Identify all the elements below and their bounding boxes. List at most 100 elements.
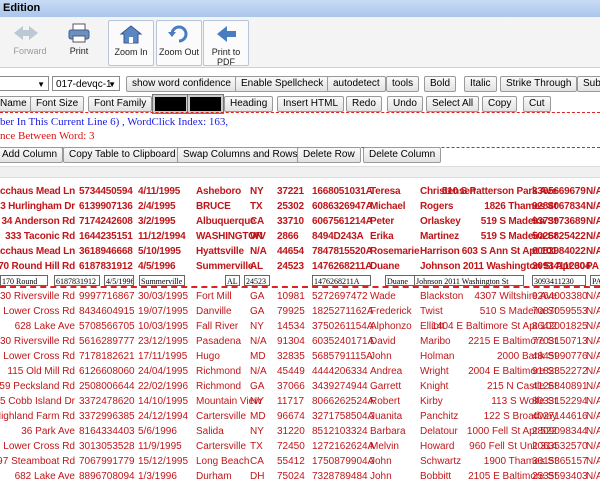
table-cell[interactable]: 36 Park Ave: [21, 426, 75, 437]
table-cell[interactable]: 2063532570: [532, 441, 588, 452]
table-cell[interactable]: Hugo: [196, 351, 220, 362]
table-cell[interactable]: 3439274944: [312, 381, 368, 392]
table-cell[interactable]: 170 Round Hill Rd: [0, 261, 75, 272]
table-cell[interactable]: 79925: [277, 306, 305, 317]
table-cell[interactable]: 8164334403: [79, 426, 135, 437]
cell-edit-input[interactable]: 4/5/1996: [104, 275, 134, 286]
table-cell[interactable]: 4126840891: [532, 381, 588, 392]
table-row[interactable]: Lower Cross Rd 7178182621 17/11/1995 Hugo MD…: [0, 350, 600, 365]
show-word-confidence-button[interactable]: show word confidence: [126, 76, 237, 92]
table-cell[interactable]: Panchitz: [420, 411, 458, 422]
table-cell[interactable]: 2866: [277, 231, 299, 242]
table-cell[interactable]: 3750261154A: [312, 321, 374, 332]
table-cell[interactable]: Barbara: [370, 426, 406, 437]
cell-edit-input[interactable]: 24523: [244, 275, 270, 286]
table-cell[interactable]: Fort Mill: [196, 291, 232, 302]
cell-edit-input[interactable]: 6187831912: [54, 275, 100, 286]
table-cell[interactable]: 5272697472: [312, 291, 368, 302]
table-cell[interactable]: 44654: [277, 246, 304, 257]
copy-table-button[interactable]: Copy Table to Clipboard: [63, 147, 182, 163]
table-cell[interactable]: 5/10/1995: [138, 246, 181, 257]
table-cell[interactable]: 9182352272: [532, 366, 588, 377]
table-cell[interactable]: 24523: [277, 261, 304, 272]
table-cell[interactable]: David: [370, 336, 396, 347]
table-cell[interactable]: 34 Anderson Rd: [1, 216, 75, 227]
table-cell[interactable]: 5708566705: [79, 321, 135, 332]
table-cell[interactable]: Michael: [370, 201, 405, 212]
table-cell[interactable]: N/A: [586, 456, 600, 467]
table-cell[interactable]: Cartersville: [196, 411, 246, 422]
table-cell[interactable]: 5685791115A: [312, 351, 373, 362]
table-cell[interactable]: John: [370, 351, 392, 362]
foreground-color-swatch[interactable]: [152, 94, 189, 114]
table-cell[interactable]: 96674: [277, 411, 305, 422]
table-cell[interactable]: Schwartz: [420, 456, 461, 467]
table-cell[interactable]: NY: [250, 321, 264, 332]
table-cell[interactable]: 6083984022: [532, 246, 586, 257]
table-cell[interactable]: Teresa: [370, 186, 401, 197]
table-cell[interactable]: N/A: [586, 411, 600, 422]
table-cell[interactable]: 59 Pecksland Rd: [0, 381, 75, 392]
table-cell[interactable]: Harrison: [420, 246, 460, 257]
table-cell[interactable]: 6126608060: [79, 366, 135, 377]
table-cell[interactable]: 8512103324: [312, 426, 368, 437]
table-cell[interactable]: TX: [250, 201, 263, 212]
table-cell[interactable]: 8066262524A: [312, 396, 374, 407]
table-row[interactable]: Lower Cross Rd 3013053528 11/9/1995 Carters…: [0, 440, 600, 455]
table-row[interactable]: 30 Riversville Rd 9997716867 30/03/1995 For…: [0, 290, 600, 305]
tools-button[interactable]: tools: [386, 76, 420, 92]
table-row[interactable]: 97 Steamboat Rd 7067991779 15/12/1995 Long …: [0, 455, 600, 470]
cell-edit-input[interactable]: 1476268211A: [312, 275, 371, 286]
table-row[interactable]: acchaus Mead Ln 5734450594 4/11/1995 Ashebo…: [0, 185, 600, 200]
table-cell[interactable]: Highland Farm Rd: [0, 411, 75, 422]
table-cell[interactable]: Albuquerque: [196, 216, 256, 227]
table-cell[interactable]: Richmond: [196, 366, 241, 377]
table-cell[interactable]: 33710: [277, 216, 304, 227]
table-cell[interactable]: 9373973689: [532, 216, 586, 227]
table-cell[interactable]: CA: [250, 216, 264, 227]
table-cell[interactable]: 5/6/1996: [138, 426, 177, 437]
table-cell[interactable]: AL: [250, 261, 263, 272]
table-cell[interactable]: 333 Taconic Rd: [5, 231, 75, 242]
background-color-swatch[interactable]: [187, 94, 224, 114]
table-cell[interactable]: Pasadena: [196, 336, 241, 347]
table-cell[interactable]: Long Beach: [196, 456, 249, 467]
table-cell[interactable]: N/A: [586, 321, 600, 332]
table-row[interactable]: 115 Old Mill Rd 6126608060 24/04/1995 Richm…: [0, 365, 600, 380]
table-cell[interactable]: 9264003380: [532, 291, 588, 302]
table-cell[interactable]: 6086326947A: [312, 201, 373, 212]
table-cell[interactable]: Delatour: [420, 426, 458, 437]
table-cell[interactable]: 37221: [277, 186, 304, 197]
table-cell[interactable]: John: [370, 456, 392, 467]
table-cell[interactable]: GA: [250, 381, 264, 392]
cell-edit-input[interactable]: Johnson 2011 Washington St Apt 604: [414, 275, 524, 286]
cut-button[interactable]: Cut: [523, 96, 551, 112]
table-cell[interactable]: 3271758504A: [312, 411, 374, 422]
table-row[interactable]: 23 Hurlingham Dr 6139907136 2/4/1995 BRUCE T…: [0, 200, 600, 215]
table-cell[interactable]: Cartersville: [196, 441, 246, 452]
table-cell[interactable]: 5616289777: [79, 336, 135, 347]
table-cell[interactable]: Garrett: [370, 381, 401, 392]
table-cell[interactable]: 24/04/1995: [138, 366, 188, 377]
table-row[interactable]: 30 Riversville Rd 5616289777 23/12/1995 Pas…: [0, 335, 600, 350]
table-cell[interactable]: N/A: [586, 291, 600, 302]
table-cell[interactable]: Knight: [420, 381, 448, 392]
table-cell[interactable]: 3365669679: [532, 186, 586, 197]
table-cell[interactable]: 1476268211A: [312, 261, 372, 272]
table-cell[interactable]: 7703150713: [532, 336, 588, 347]
table-row[interactable]: 34 Anderson Rd 7174242608 3/2/1995 Albuquer…: [0, 215, 600, 230]
table-cell[interactable]: N/A: [586, 186, 600, 197]
table-cell[interactable]: 7067991779: [79, 456, 135, 467]
table-cell[interactable]: 3013053528: [79, 441, 135, 452]
table-cell[interactable]: John: [370, 471, 392, 480]
table-cell[interactable]: 19/07/1995: [138, 306, 188, 317]
table-cell[interactable]: NY: [250, 426, 264, 437]
table-cell[interactable]: 2/4/1995: [138, 201, 176, 212]
table-cell[interactable]: Robert: [370, 396, 400, 407]
table-cell[interactable]: WV: [250, 231, 266, 242]
table-cell[interactable]: Summerville: [196, 261, 253, 272]
undo-button[interactable]: Undo: [387, 96, 423, 112]
table-cell[interactable]: N/A: [586, 426, 600, 437]
table-cell[interactable]: Holman: [420, 351, 454, 362]
table-cell[interactable]: 3372478620: [79, 396, 135, 407]
